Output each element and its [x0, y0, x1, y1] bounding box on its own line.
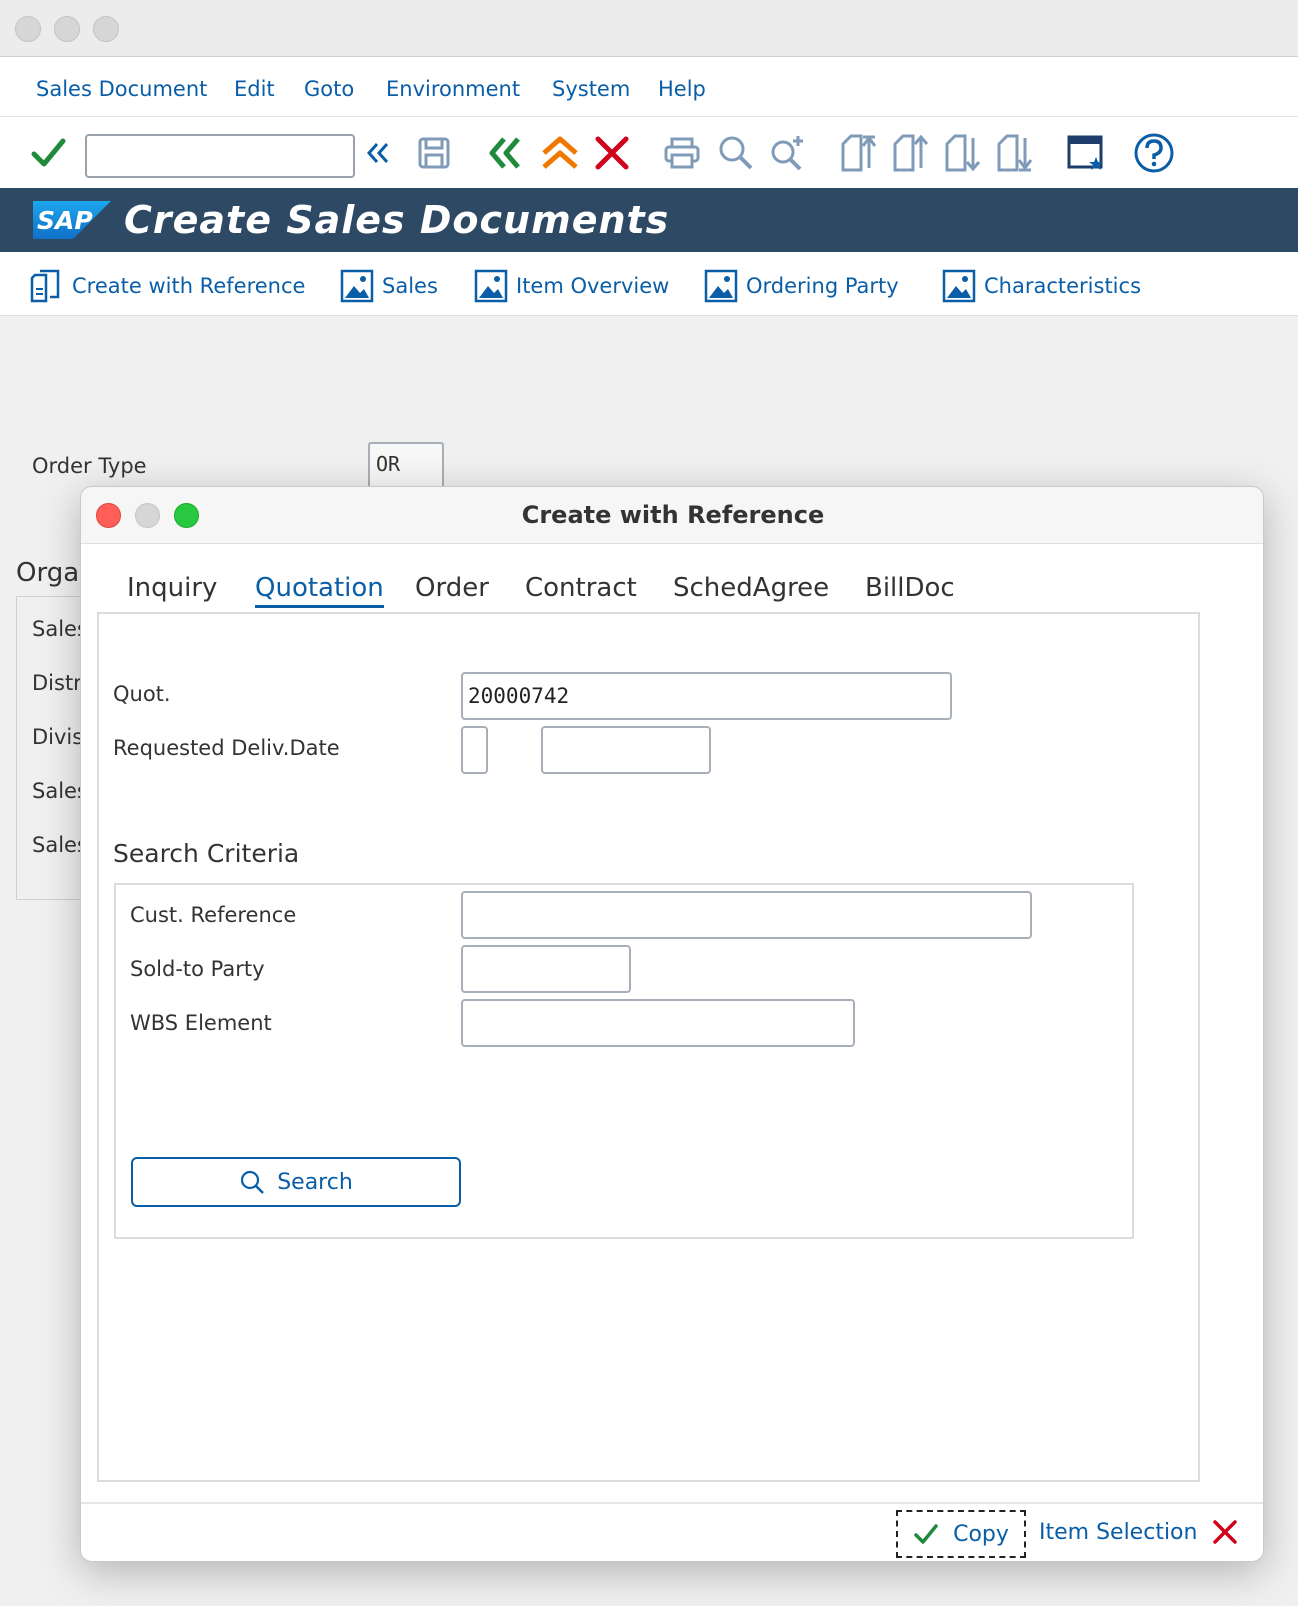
next-page-icon[interactable] [940, 131, 984, 175]
cust-reference-label: Cust. Reference [130, 903, 297, 927]
requested-deliv-date-label: Requested Deliv.Date [113, 736, 340, 760]
tab-inquiry[interactable]: Inquiry [127, 573, 217, 603]
command-field[interactable] [85, 134, 355, 178]
print-icon[interactable] [660, 131, 704, 175]
characteristics-label: Characteristics [984, 274, 1142, 298]
document-icon [30, 269, 60, 303]
picture-icon [340, 269, 374, 303]
deliv-date-field[interactable] [541, 726, 711, 774]
create-with-reference-button[interactable]: Create with Reference [28, 266, 305, 306]
item-overview-button[interactable]: Item Overview [474, 266, 669, 306]
last-page-icon[interactable] [992, 131, 1036, 175]
menu-bar: Sales Document Edit Goto Environment Sys… [0, 57, 1298, 117]
tab-contract[interactable]: Contract [525, 573, 637, 603]
sales-button[interactable]: Sales [340, 266, 438, 306]
menu-help[interactable]: Help [658, 77, 706, 101]
system-toolbar [0, 117, 1298, 188]
org-row-label: Divis [32, 725, 84, 749]
wbs-element-field[interactable] [461, 999, 855, 1047]
search-icon [241, 1170, 265, 1194]
sold-to-party-field[interactable] [461, 945, 631, 993]
picture-icon [942, 269, 976, 303]
menu-edit[interactable]: Edit [234, 77, 275, 101]
customize-layout-icon[interactable] [1064, 131, 1108, 175]
quot-label: Quot. [113, 682, 171, 706]
cust-reference-field[interactable] [461, 891, 1032, 939]
picture-icon [704, 269, 738, 303]
menu-environment[interactable]: Environment [386, 77, 520, 101]
help-icon[interactable] [1132, 131, 1176, 175]
application-toolbar: Create with Reference Sales Item Overvie… [0, 252, 1298, 316]
org-row-label: Distr [32, 671, 82, 695]
item-selection-button[interactable]: Item Selection [1039, 1520, 1197, 1545]
zoom-window-button[interactable] [93, 16, 119, 42]
organizational-data-title: Orga [16, 558, 80, 588]
tab-quotation[interactable]: Quotation [255, 573, 384, 608]
find-icon[interactable] [714, 131, 758, 175]
search-criteria-title: Search Criteria [113, 839, 300, 868]
sap-window: Sales Document Edit Goto Environment Sys… [0, 0, 1298, 1606]
dialog-titlebar: Create with Reference [81, 487, 1263, 544]
order-type-label: Order Type [32, 454, 147, 478]
check-icon [914, 1524, 938, 1544]
find-next-icon[interactable] [766, 131, 810, 175]
picture-icon [474, 269, 508, 303]
tab-billdoc[interactable]: BillDoc [865, 573, 955, 603]
sales-label: Sales [382, 274, 438, 298]
deliv-date-type-field[interactable] [461, 726, 488, 774]
quotation-tab-panel: Quot. Requested Deliv.Date Search Criter… [97, 612, 1200, 1482]
order-type-field[interactable]: OR [368, 442, 444, 490]
cancel-icon[interactable] [590, 131, 634, 175]
previous-page-icon[interactable] [888, 131, 932, 175]
first-page-icon[interactable] [836, 131, 880, 175]
save-icon[interactable] [412, 131, 456, 175]
tab-schedagree[interactable]: SchedAgree [673, 573, 829, 603]
ordering-party-label: Ordering Party [746, 274, 899, 298]
sap-logo: SAP [33, 201, 111, 239]
dialog-footer: Copy Item Selection [81, 1502, 1263, 1561]
menu-system[interactable]: System [552, 77, 630, 101]
search-criteria-group: Cust. Reference Sold-to Party WBS Elemen… [114, 883, 1134, 1239]
copy-label: Copy [953, 1521, 1009, 1547]
page-title: Create Sales Documents [124, 198, 670, 242]
copy-button[interactable]: Copy [896, 1510, 1026, 1558]
sap-title-bar: SAP Create Sales Documents [0, 188, 1298, 252]
create-with-reference-label: Create with Reference [72, 274, 306, 298]
dialog-title: Create with Reference [521, 501, 825, 529]
search-button[interactable]: Search [131, 1157, 461, 1207]
menu-goto[interactable]: Goto [304, 77, 354, 101]
back-icon[interactable] [484, 131, 528, 175]
wbs-element-label: WBS Element [130, 1011, 272, 1035]
characteristics-button[interactable]: Characteristics [942, 266, 1141, 306]
tab-order[interactable]: Order [415, 573, 489, 603]
ordering-party-button[interactable]: Ordering Party [704, 266, 899, 306]
menu-sales-document[interactable]: Sales Document [36, 77, 207, 101]
exit-icon[interactable] [538, 131, 582, 175]
cancel-dialog-icon[interactable] [1211, 1518, 1239, 1550]
enter-check-icon[interactable] [26, 131, 70, 175]
command-field-collapse-icon[interactable] [356, 131, 400, 175]
search-button-label: Search [277, 1169, 353, 1195]
close-window-button[interactable] [15, 16, 41, 42]
create-with-reference-dialog: Create with Reference Inquiry Quotation … [80, 486, 1264, 1562]
quotation-number-field[interactable] [461, 672, 952, 720]
window-titlebar [0, 0, 1298, 57]
item-overview-label: Item Overview [516, 274, 670, 298]
svg-text:SAP: SAP [37, 206, 93, 235]
minimize-window-button[interactable] [54, 16, 80, 42]
sold-to-party-label: Sold-to Party [130, 957, 265, 981]
